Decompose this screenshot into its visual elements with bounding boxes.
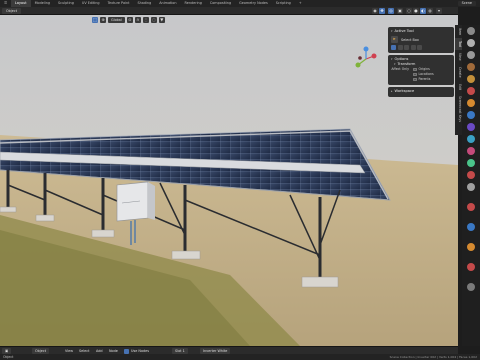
mode-intersect-icon[interactable] [417, 45, 422, 50]
tab-screencast-keys[interactable]: Screencast Keys [455, 93, 462, 125]
chevron-down-icon: ▾ [391, 57, 393, 61]
status-right: Scene Collection | Inverter 002 | Verts … [389, 355, 477, 359]
tab-geometry-nodes[interactable]: Geometry Nodes [235, 0, 272, 7]
render-properties-icon[interactable] [467, 39, 475, 47]
tab-compositing[interactable]: Compositing [206, 0, 235, 7]
shading-solid-icon[interactable]: ● [413, 8, 419, 14]
object-mode-dropdown[interactable]: Object [2, 8, 22, 14]
material-slot-icon[interactable] [467, 203, 475, 211]
proportional-icon[interactable]: ◌ [150, 17, 157, 23]
panel-title: Workspace [394, 89, 415, 93]
data-properties-icon[interactable] [467, 159, 475, 167]
tab-animation[interactable]: Animation [155, 0, 180, 7]
tool-name: Select Box [401, 37, 419, 42]
tab-shading[interactable]: Shading [133, 0, 155, 7]
mode-subtract-icon[interactable] [404, 45, 409, 50]
tab-view[interactable]: View [455, 50, 462, 64]
select-mode-buttons [391, 45, 451, 50]
add-workspace-button[interactable]: + [295, 0, 306, 7]
scene-selector[interactable]: Scene [457, 1, 476, 6]
tab-scripting[interactable]: Scripting [272, 0, 295, 7]
light-icon[interactable] [467, 243, 475, 251]
navigation-gizmo-icon[interactable] [352, 45, 380, 73]
shading-wire-icon[interactable]: ○ [406, 8, 412, 14]
tab-sculpting[interactable]: Sculpting [54, 0, 78, 7]
shader-editor-header: ▣ Object View Select Add Node Use Nodes … [0, 346, 458, 354]
locations-checkbox[interactable] [413, 72, 417, 77]
active-tool-panel: ▾ Active Tool ▸ Select Box [388, 27, 454, 53]
panel-title: Active Tool [394, 29, 414, 33]
tab-create[interactable]: Create [455, 64, 462, 81]
parents-label: Parents [418, 77, 431, 81]
workspace-header[interactable]: ▸ Workspace [391, 89, 451, 94]
mode-set-icon[interactable] [391, 45, 396, 50]
funnel-icon[interactable]: ▼ [158, 17, 165, 23]
magnet-icon[interactable]: ∩ [134, 17, 141, 23]
status-left: Object [3, 355, 14, 359]
workspace-tabbar: ☰ Layout Modeling Sculpting UV Editing T… [0, 0, 480, 7]
tab-layout[interactable]: Layout [11, 0, 31, 7]
constraints-icon[interactable] [467, 147, 475, 155]
view-layer-icon[interactable] [467, 63, 475, 71]
tab-edit[interactable]: Edit [455, 81, 462, 93]
color-icon[interactable] [467, 263, 475, 271]
viewport-header: Object ◉ ✥ ◎ ▣ ○ ● ◐ ◍ ▾ [0, 7, 458, 15]
tab-rendering[interactable]: Rendering [181, 0, 206, 7]
tab-tool[interactable]: Tool [455, 38, 462, 51]
workspace-panel: ▸ Workspace [388, 87, 454, 97]
status-bar: Object Scene Collection | Inverter 002 |… [0, 354, 480, 360]
shading-render-icon[interactable]: ◍ [427, 8, 433, 14]
snap-icon[interactable]: ⋮ [142, 17, 149, 23]
shader-icon[interactable] [467, 223, 475, 231]
xray-icon[interactable]: ▣ [397, 8, 403, 14]
mode-invert-icon[interactable] [410, 45, 416, 50]
visibility-icon[interactable]: ◉ [372, 8, 378, 14]
orientation-icon[interactable]: ⊕ [100, 17, 106, 23]
output-properties-icon[interactable] [467, 51, 475, 59]
material-properties-icon[interactable] [467, 171, 475, 179]
mode-extend-icon[interactable] [397, 45, 403, 50]
tab-texture-paint[interactable]: Texture Paint [104, 0, 134, 7]
orientation-dropdown[interactable]: Global [108, 17, 125, 23]
scene-properties-icon[interactable] [467, 75, 475, 83]
options-dropdown-icon[interactable]: ▾ [436, 8, 442, 14]
properties-tab-column [462, 25, 480, 346]
modifier-properties-icon[interactable] [467, 111, 475, 119]
origins-checkbox[interactable] [413, 67, 417, 72]
transform-orientation-bar: ⬚ ⊕ Global ⊙ ∩ ⋮ ◌ ▼ [92, 16, 165, 24]
chevron-down-icon: ▾ [391, 29, 393, 33]
affect-only-label: Affect Only [391, 67, 409, 71]
parents-checkbox[interactable] [413, 77, 417, 82]
gizmo-icon[interactable]: ✥ [379, 8, 385, 14]
tool-properties-icon[interactable] [467, 27, 475, 35]
chevron-right-icon: ▸ [391, 89, 393, 93]
settings-icon[interactable] [467, 283, 475, 291]
select-mode-icon[interactable]: ⬚ [92, 17, 98, 23]
sidebar-panel: ▾ Active Tool ▸ Select Box ▾ Options ▾ T… [388, 27, 454, 99]
use-nodes-checkbox[interactable] [124, 348, 129, 354]
world-properties-icon[interactable] [467, 87, 475, 95]
sidebar-tabs: Item Tool View Create Edit Screencast Ke… [455, 25, 462, 135]
select-box-icon[interactable]: ▸ [391, 36, 398, 43]
texture-properties-icon[interactable] [467, 183, 475, 191]
blender-menu-icon[interactable]: ☰ [0, 0, 11, 7]
options-panel: ▾ Options ▾ Transform Affect Only Origin… [388, 55, 454, 85]
pivot-icon[interactable]: ⊙ [126, 17, 133, 23]
overlay-icon[interactable]: ◎ [388, 8, 394, 14]
physics-icon[interactable] [467, 135, 475, 143]
active-tool-header[interactable]: ▾ Active Tool [391, 29, 451, 34]
tab-uv-editing[interactable]: UV Editing [78, 0, 104, 7]
particles-icon[interactable] [467, 123, 475, 131]
object-properties-icon[interactable] [467, 99, 475, 107]
tab-modeling[interactable]: Modeling [31, 0, 54, 7]
shading-material-icon[interactable]: ◐ [420, 8, 426, 14]
tab-item[interactable]: Item [455, 25, 462, 38]
